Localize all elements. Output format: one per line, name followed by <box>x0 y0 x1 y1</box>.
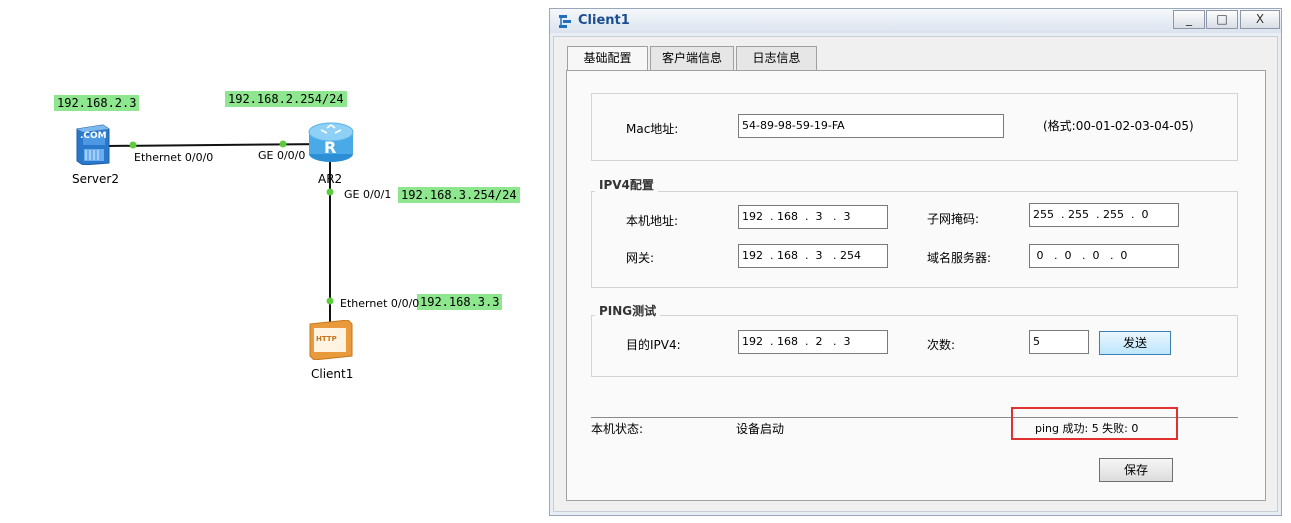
client-icon[interactable]: HTTP <box>306 319 354 361</box>
save-button[interactable]: 保存 <box>1099 458 1173 482</box>
client-label: Client1 <box>311 367 354 381</box>
server-ip-label: 192.168.2.3 <box>54 95 140 111</box>
router-label: AR2 <box>318 172 343 186</box>
router-ge001-ip-label: 192.168.3.254/24 <box>398 187 520 203</box>
mac-format-hint: (格式:00-01-02-03-04-05) <box>1043 119 1194 133</box>
router-ge000-port-label: GE 0/0/0 <box>258 149 306 162</box>
app-network-icon <box>558 13 574 32</box>
ping-count-label: 次数: <box>927 338 956 352</box>
ipv4-group-title: IPV4配置 <box>595 176 658 193</box>
topology-canvas: .COM Server2 R AR2 HTTP Client1 192.168.… <box>0 0 545 523</box>
port-dot-server <box>129 141 137 149</box>
ping-result-text: ping 成功: 5 失败: 0 <box>1035 422 1139 435</box>
ping-dest-field[interactable]: 192 . 168 . 2 . 3 <box>738 330 888 354</box>
dns-server-label: 域名服务器: <box>927 251 992 265</box>
host-address-label: 本机地址: <box>626 214 679 228</box>
window-title: Client1 <box>578 13 630 28</box>
router-badge-text: R <box>324 138 337 157</box>
send-button[interactable]: 发送 <box>1099 331 1171 355</box>
server-label: Server2 <box>72 172 119 186</box>
gateway-field[interactable]: 192 . 168 . 3 . 254 <box>738 244 888 268</box>
client-ip-label: 192.168.3.3 <box>417 294 503 310</box>
close-button[interactable]: X <box>1240 10 1280 29</box>
router-ge000-ip-label: 192.168.2.254/24 <box>225 91 347 107</box>
status-label: 本机状态: <box>591 422 644 436</box>
router-ge001-port-label: GE 0/0/1 <box>344 188 392 201</box>
tab-log-info[interactable]: 日志信息 <box>736 46 817 70</box>
subnet-mask-label: 子网掩码: <box>927 212 980 226</box>
tab-client-info[interactable]: 客户端信息 <box>650 46 734 70</box>
minimize-button[interactable]: _ <box>1173 10 1205 29</box>
mac-label: Mac地址: <box>626 122 679 136</box>
server-icon[interactable]: .COM <box>73 123 111 166</box>
ipv4-group: 本机地址: 192 . 168 . 3 . 3 子网掩码: 255 . 255 … <box>591 191 1238 288</box>
maximize-button[interactable]: □ <box>1206 10 1238 29</box>
basic-config-panel: Mac地址: 54-89-98-59-19-FA (格式:00-01-02-03… <box>566 70 1266 501</box>
status-value: 设备启动 <box>736 422 785 436</box>
ping-dest-label: 目的IPV4: <box>626 338 681 352</box>
mac-group: Mac地址: 54-89-98-59-19-FA (格式:00-01-02-03… <box>591 93 1238 161</box>
port-dot-router-ge001 <box>326 188 334 196</box>
host-address-field[interactable]: 192 . 168 . 3 . 3 <box>738 205 888 229</box>
ping-group: 目的IPV4: 192 . 168 . 2 . 3 次数: 5 发送 <box>591 315 1238 377</box>
link-server-router <box>106 143 331 147</box>
dns-server-field[interactable]: 0 . 0 . 0 . 0 <box>1029 244 1179 268</box>
topology-links <box>106 140 334 330</box>
mac-field[interactable]: 54-89-98-59-19-FA <box>738 114 1004 138</box>
router-icon[interactable]: R <box>306 120 356 164</box>
server-badge-text: .COM <box>80 131 107 141</box>
port-dot-router-ge000 <box>279 140 287 148</box>
client-config-window: Client1 _ □ X 基础配置 客户端信息 日志信息 Mac地址: 54-… <box>549 8 1282 516</box>
ping-group-title: PING测试 <box>595 302 661 319</box>
window-client-area: 基础配置 客户端信息 日志信息 Mac地址: 54-89-98-59-19-FA… <box>553 36 1278 512</box>
client-badge-text: HTTP <box>316 335 337 343</box>
window-titlebar[interactable]: Client1 _ □ X <box>550 9 1281 33</box>
ping-count-field[interactable]: 5 <box>1029 330 1089 354</box>
server-port-label: Ethernet 0/0/0 <box>134 151 214 164</box>
tab-basic-config[interactable]: 基础配置 <box>567 46 648 71</box>
client-port-label: Ethernet 0/0/0 <box>340 297 420 310</box>
port-dot-client <box>326 297 334 305</box>
subnet-mask-field[interactable]: 255 . 255 . 255 . 0 <box>1029 203 1179 227</box>
gateway-label: 网关: <box>626 251 655 265</box>
